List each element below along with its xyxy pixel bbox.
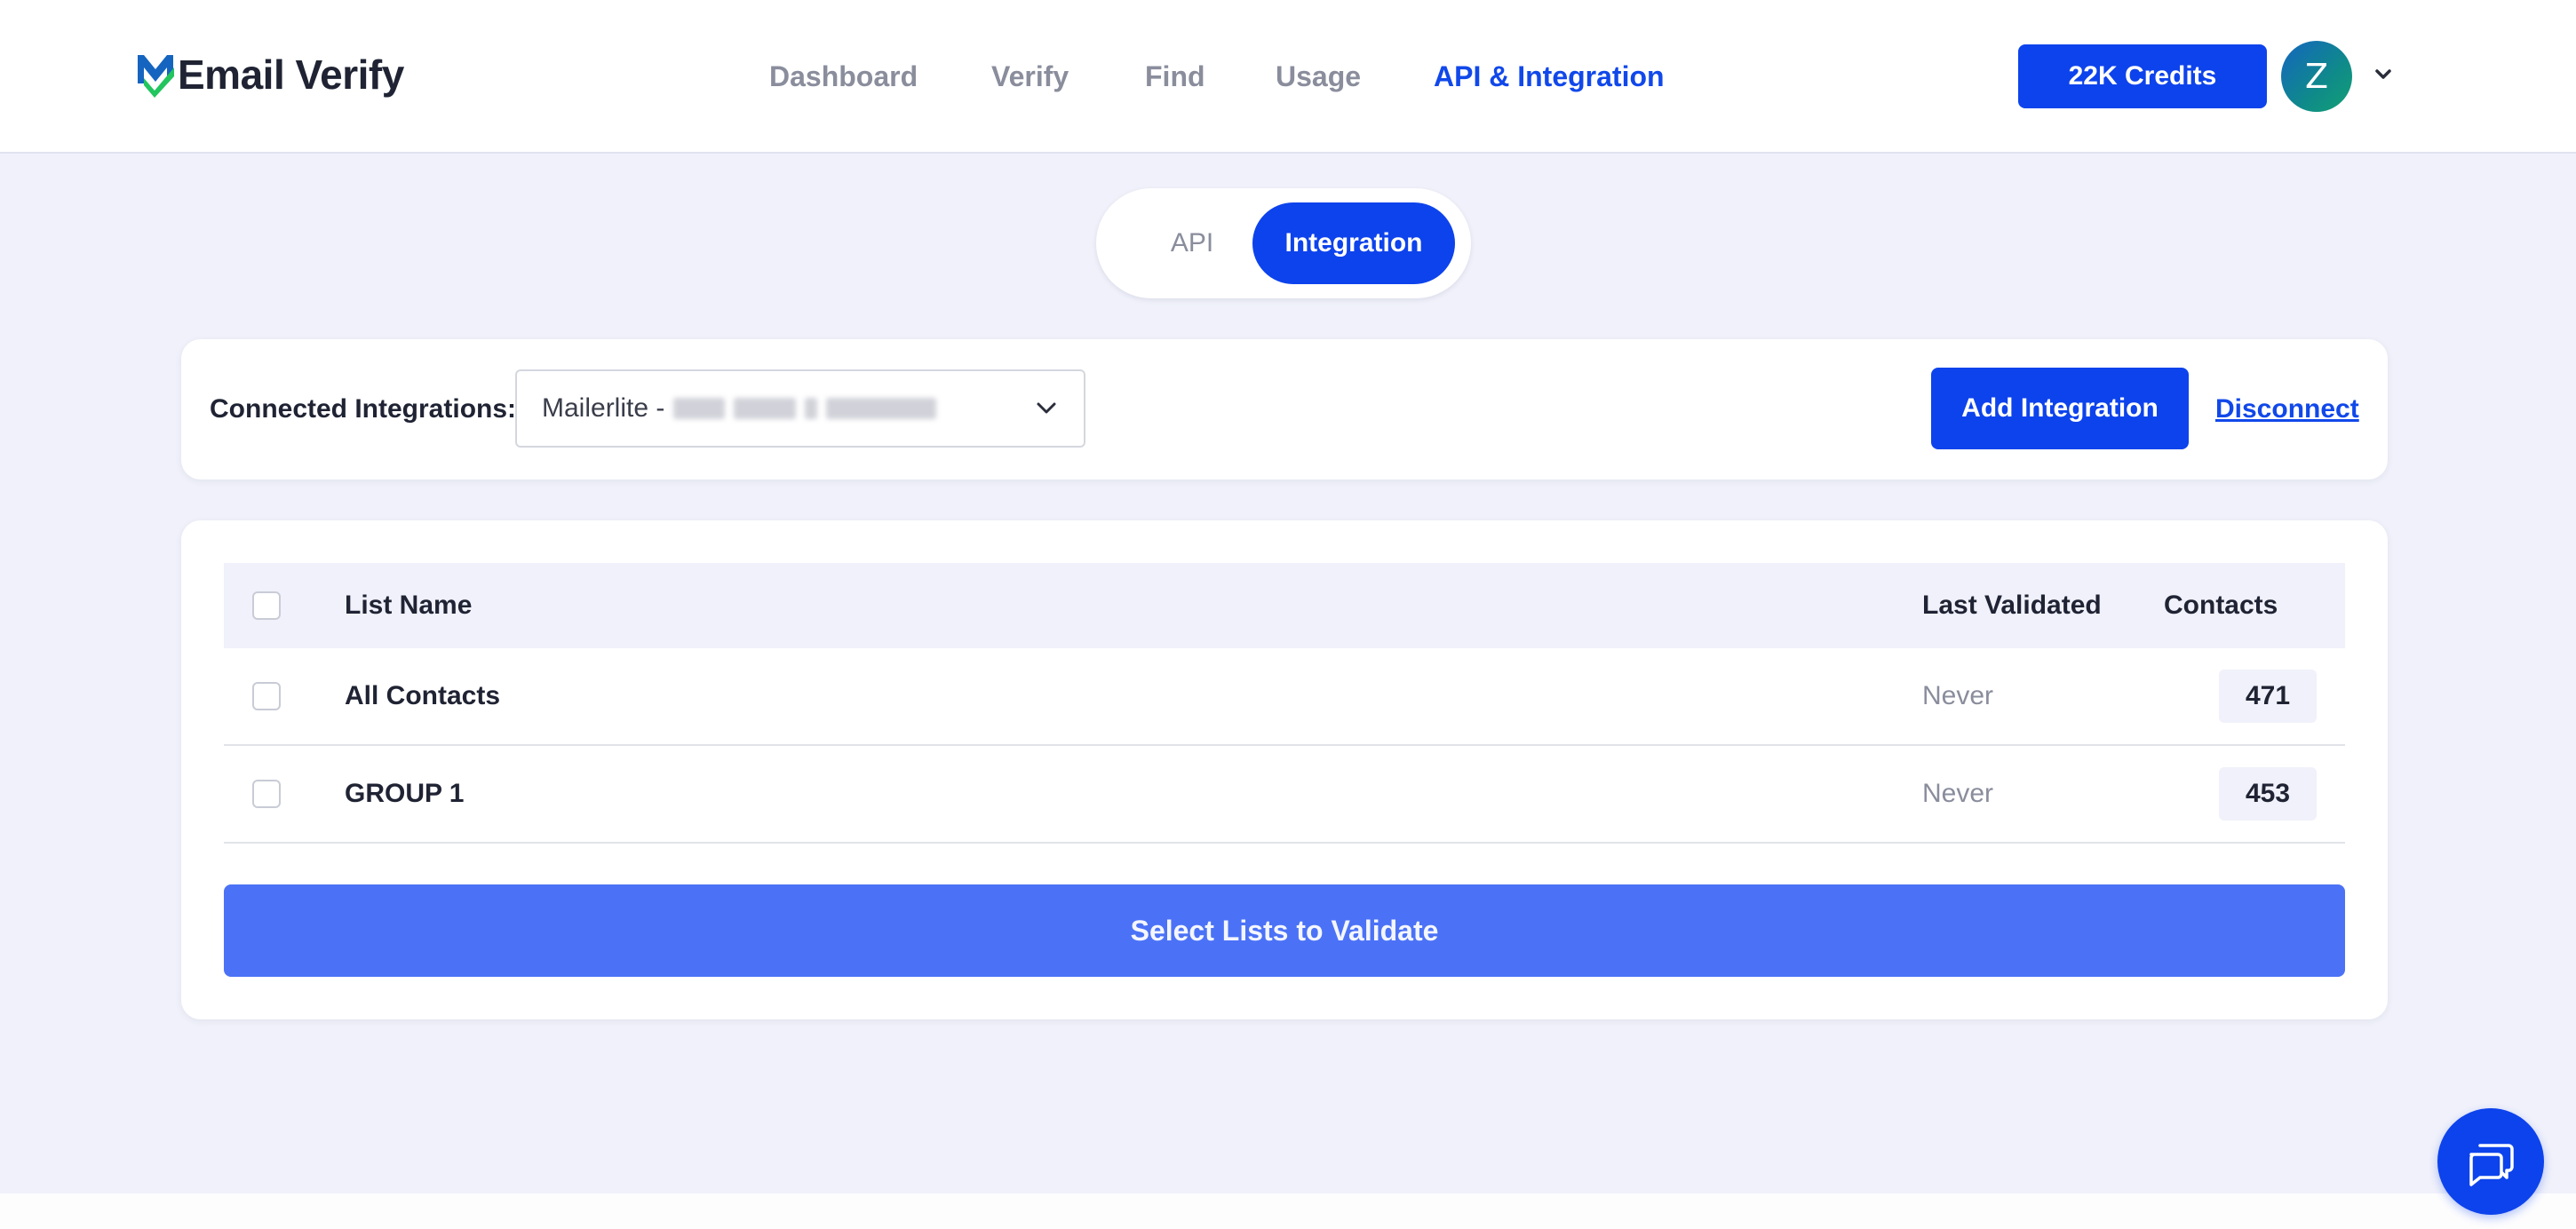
column-header-last-validated: Last Validated <box>1922 591 2102 620</box>
integration-select[interactable]: Mailerlite - <box>515 369 1085 448</box>
list-name: All Contacts <box>345 681 501 710</box>
redacted-text <box>673 398 725 419</box>
add-integration-button[interactable]: Add Integration <box>1931 368 2189 449</box>
integration-select-value: Mailerlite - <box>542 393 665 423</box>
nav-dashboard[interactable]: Dashboard <box>769 57 918 96</box>
credits-button[interactable]: 22K Credits <box>2018 44 2267 108</box>
last-validated: Never <box>1922 681 1994 710</box>
api-integration-toggle: API Integration <box>1096 188 1471 298</box>
chat-button[interactable] <box>2437 1108 2544 1215</box>
list-name: GROUP 1 <box>345 779 465 808</box>
select-lists-to-validate-button[interactable]: Select Lists to Validate <box>224 884 2345 977</box>
nav-api-integration[interactable]: API & Integration <box>1434 57 1665 96</box>
lists-card: List Name Last Validated Contacts All Co… <box>181 520 2388 1019</box>
redacted-text <box>734 398 796 419</box>
nav-verify[interactable]: Verify <box>991 57 1069 96</box>
row-checkbox[interactable] <box>252 682 281 710</box>
toggle-integration[interactable]: Integration <box>1252 202 1455 284</box>
contacts-count: 471 <box>2219 670 2317 723</box>
nav-usage[interactable]: Usage <box>1276 57 1361 96</box>
last-validated: Never <box>1922 779 1994 808</box>
disconnect-link[interactable]: Disconnect <box>2215 389 2359 430</box>
nav-find[interactable]: Find <box>1145 57 1205 96</box>
connected-integrations-label: Connected Integrations: <box>210 394 517 424</box>
column-header-contacts: Contacts <box>2164 591 2278 620</box>
chevron-down-icon[interactable] <box>2373 67 2393 82</box>
redacted-text <box>805 398 817 419</box>
chevron-down-icon <box>1037 402 1056 414</box>
page-footer-strip <box>0 1193 2576 1229</box>
top-header: Email Verify Dashboard Verify Find Usage… <box>0 0 2576 154</box>
connected-integrations-card: Connected Integrations: Mailerlite - Add… <box>181 339 2388 480</box>
row-checkbox[interactable] <box>252 780 281 808</box>
column-header-list-name: List Name <box>345 591 473 620</box>
table-header: List Name Last Validated Contacts <box>224 563 2345 648</box>
toggle-api[interactable]: API <box>1117 202 1267 284</box>
table-row[interactable]: GROUP 1 Never 453 <box>224 746 2345 844</box>
chat-bubbles-icon <box>2469 1144 2514 1186</box>
contacts-count: 453 <box>2219 767 2317 821</box>
select-all-checkbox[interactable] <box>252 591 281 620</box>
redacted-text <box>826 398 936 419</box>
table-row[interactable]: All Contacts Never 471 <box>224 648 2345 746</box>
avatar[interactable]: Z <box>2281 41 2352 112</box>
